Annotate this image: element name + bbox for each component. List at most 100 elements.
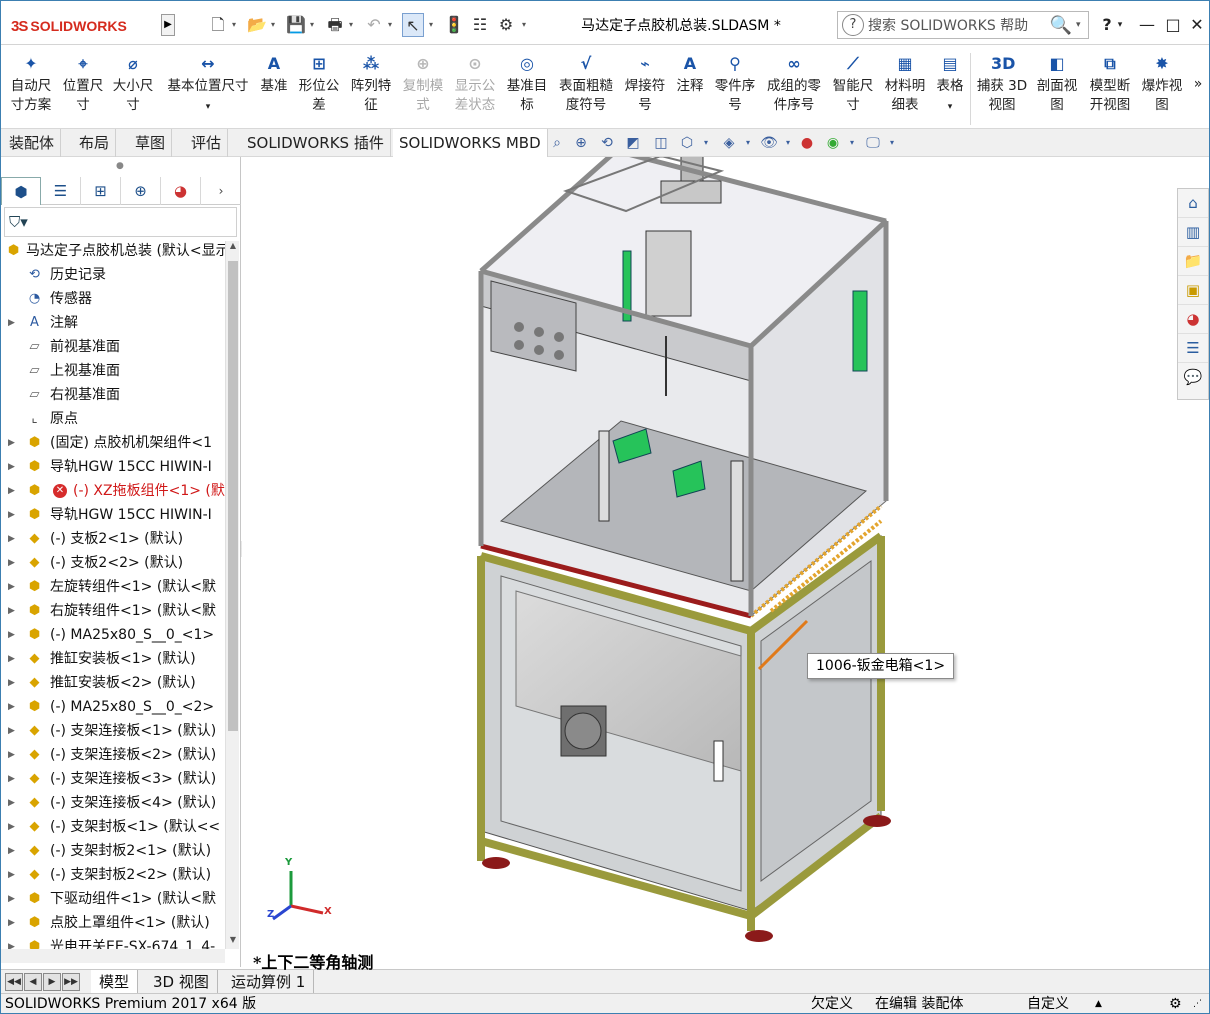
expand-arrow-icon[interactable]: ▶ xyxy=(8,767,15,791)
tree-item[interactable]: ▶ ⬢ 导轨HGW 15CC HIWIN-I xyxy=(1,503,225,527)
ribbon-button-smart-dimension[interactable]: ⟋ 智能尺 寸 xyxy=(829,53,877,115)
minimize-button[interactable]: — xyxy=(1135,13,1159,37)
tab-layout[interactable]: 布局 xyxy=(73,129,117,157)
tree-item[interactable]: ▶ ⬢ (-) MA25x80_S__0_<1> xyxy=(1,623,225,647)
tree-item[interactable]: ▶ ◆ (-) 支板2<1> (默认) xyxy=(1,527,225,551)
tree-item[interactable]: ▶ ⬢ (固定) 点胶机机架组件<1 xyxy=(1,431,225,455)
solidworks-forum-icon[interactable]: 💬 xyxy=(1178,363,1208,392)
ribbon-button-model-break-view[interactable]: ⧉ 模型断 开视图 xyxy=(1085,53,1135,115)
ribbon-button-balloon[interactable]: ⚲ 零件序 号 xyxy=(711,53,759,115)
hide-show-items-icon[interactable]: 👁 xyxy=(759,133,779,153)
dimxpert-manager-tab-icon[interactable]: ⊕ xyxy=(121,177,161,205)
tree-item[interactable]: ◔ 传感器 xyxy=(1,287,225,311)
last-tab-nav-icon[interactable]: ▶▶ xyxy=(62,973,80,991)
edit-appearance-icon[interactable]: ● xyxy=(797,133,817,153)
expand-arrow-icon[interactable]: ▶ xyxy=(8,695,15,719)
next-tab-nav-icon[interactable]: ▶ xyxy=(43,973,61,991)
display-style-dropdown-icon[interactable]: ▾ xyxy=(743,133,753,153)
tree-item[interactable]: ▶ ◆ (-) 支架连接板<4> (默认) xyxy=(1,791,225,815)
expand-arrow-icon[interactable]: ▶ xyxy=(8,311,15,335)
tree-item[interactable]: ▶ ◆ (-) 支架连接板<3> (默认) xyxy=(1,767,225,791)
new-document-icon[interactable]: 🗋 xyxy=(207,13,229,37)
zoom-to-area-icon[interactable]: ⊕ xyxy=(571,133,591,153)
new-dropdown-icon[interactable]: ▾ xyxy=(229,13,239,37)
ribbon-button-datum[interactable]: A 基准 xyxy=(257,53,291,96)
expand-arrow-icon[interactable]: ▶ xyxy=(8,623,15,647)
undo-icon[interactable]: ↶ xyxy=(363,13,385,37)
ribbon-button-table[interactable]: ▤ 表格 ▾ xyxy=(933,53,967,117)
ribbon-button-size-dimension[interactable]: ⌀ 大小尺 寸 xyxy=(109,53,157,115)
tree-item[interactable]: ▶ ◆ (-) 支架连接板<1> (默认) xyxy=(1,719,225,743)
open-folder-icon[interactable]: 📂 xyxy=(246,13,268,37)
help-dropdown-icon[interactable]: ▾ xyxy=(1115,13,1125,37)
expand-arrow-icon[interactable]: ▶ xyxy=(8,719,15,743)
tab-motion-study-1[interactable]: 运动算例 1 xyxy=(223,970,315,994)
ribbon-button-geometric-tolerance[interactable]: ⊞ 形位公 差 xyxy=(295,53,343,115)
restore-button[interactable]: □ xyxy=(1161,13,1185,37)
tabs-scroll-right-icon[interactable]: › xyxy=(201,177,241,205)
tree-item[interactable]: ⌞ 原点 xyxy=(1,407,225,431)
expand-arrow-icon[interactable]: ▶ xyxy=(8,479,15,503)
scroll-up-icon[interactable]: ▲ xyxy=(226,241,240,255)
tree-item[interactable]: ▶ ◆ (-) 支架封板2<2> (默认) xyxy=(1,863,225,887)
expand-arrow-icon[interactable]: ▶ xyxy=(8,527,15,551)
open-dropdown-icon[interactable]: ▾ xyxy=(268,13,278,37)
expand-arrow-icon[interactable]: ▶ xyxy=(8,863,15,887)
prev-tab-nav-icon[interactable]: ◀ xyxy=(24,973,42,991)
ribbon-button-datum-target[interactable]: ◎ 基准目 标 xyxy=(503,53,551,115)
pane-grip-icon[interactable]: ● xyxy=(116,161,124,171)
section-view-hud-icon[interactable]: ◩ xyxy=(623,133,643,153)
expand-arrow-icon[interactable]: ▶ xyxy=(8,743,15,767)
undo-dropdown-icon[interactable]: ▾ xyxy=(385,13,395,37)
resize-grip-icon[interactable]: ⋰ xyxy=(1193,994,1202,1013)
tree-item[interactable]: ▶ ◆ (-) 支板2<2> (默认) xyxy=(1,551,225,575)
display-style-icon[interactable]: ◈ xyxy=(719,133,739,153)
options-gear-icon[interactable]: ⚙ xyxy=(495,13,517,37)
rebuild-traffic-light-icon[interactable]: 🚦 xyxy=(443,13,465,37)
view-settings-monitor-icon[interactable]: 🖵 xyxy=(863,133,883,153)
view-settings-dropdown-icon[interactable]: ▾ xyxy=(887,133,897,153)
save-icon[interactable]: 💾 xyxy=(285,13,307,37)
help-search-box[interactable]: ? 搜索 SOLIDWORKS 帮助 🔍 ▾ xyxy=(837,11,1089,39)
expand-arrow-icon[interactable]: ▶ xyxy=(8,503,15,527)
feature-tree-tab-icon[interactable]: ⬢ xyxy=(1,177,41,205)
tree-item[interactable]: ▱ 前视基准面 xyxy=(1,335,225,359)
ribbon-button-note[interactable]: A 注释 xyxy=(673,53,707,96)
expand-arrow-icon[interactable]: ▶ xyxy=(8,839,15,863)
configuration-manager-tab-icon[interactable]: ⊞ xyxy=(81,177,121,205)
scroll-thumb[interactable] xyxy=(228,261,238,731)
search-icon[interactable]: 🔍 xyxy=(1046,15,1076,36)
tree-item[interactable]: ▶ ⬢ 点胶上罩组件<1> (默认) xyxy=(1,911,225,935)
expand-arrow-icon[interactable]: ▶ xyxy=(8,599,15,623)
select-pointer-icon[interactable]: ↖ xyxy=(402,13,424,37)
expand-arrow-icon[interactable]: ▶ xyxy=(8,911,15,935)
property-manager-tab-icon[interactable]: ☰ xyxy=(41,177,81,205)
apply-scene-icon[interactable]: ◉ xyxy=(823,133,843,153)
expand-arrow-icon[interactable]: ▶ xyxy=(8,431,15,455)
tree-item[interactable]: ▶ ◆ 推缸安装板<1> (默认) xyxy=(1,647,225,671)
search-dropdown-icon[interactable]: ▾ xyxy=(1076,20,1088,30)
tree-filter-box[interactable]: ⛉▾ xyxy=(4,207,237,237)
expand-arrow-icon[interactable]: ▶ xyxy=(8,455,15,479)
units-system-button[interactable]: 自定义 xyxy=(1027,994,1069,1013)
tab-assembly[interactable]: 装配体 xyxy=(3,129,62,157)
tree-item[interactable]: ▱ 上视基准面 xyxy=(1,359,225,383)
expand-arrow-icon[interactable]: ▶ xyxy=(8,551,15,575)
tab-sketch[interactable]: 草图 xyxy=(129,129,173,157)
ribbon-button-bill-of-materials[interactable]: ▦ 材料明 细表 xyxy=(881,53,929,115)
display-manager-tab-icon[interactable]: ◕ xyxy=(161,177,201,205)
tree-item[interactable]: ▶ ◆ (-) 支架封板<1> (默认<< xyxy=(1,815,225,839)
expand-arrow-icon[interactable]: ▶ xyxy=(8,887,15,911)
menu-expand-arrow-icon[interactable]: ▶ xyxy=(161,14,175,36)
expand-arrow-icon[interactable]: ▶ xyxy=(8,791,15,815)
ribbon-button-weld-symbol[interactable]: ⌁ 焊接符 号 xyxy=(621,53,669,115)
view-orientation-icon[interactable]: ⬡ xyxy=(677,133,697,153)
tree-item[interactable]: ▶ ⬢ 左旋转组件<1> (默认<默 xyxy=(1,575,225,599)
design-library-icon[interactable]: ▥ xyxy=(1178,218,1208,247)
tree-vertical-scrollbar[interactable]: ▲ ▼ xyxy=(225,241,239,949)
solidworks-resources-home-icon[interactable]: ⌂ xyxy=(1178,189,1208,218)
tree-item[interactable]: ▶ ⬢ (-) MA25x80_S__0_<2> xyxy=(1,695,225,719)
ribbon-more-chevron-icon[interactable]: » xyxy=(1191,75,1205,94)
ribbon-button-stacked-balloon[interactable]: ∞ 成组的零 件序号 xyxy=(763,53,825,115)
tree-item[interactable]: ▶ ◆ 推缸安装板<2> (默认) xyxy=(1,671,225,695)
